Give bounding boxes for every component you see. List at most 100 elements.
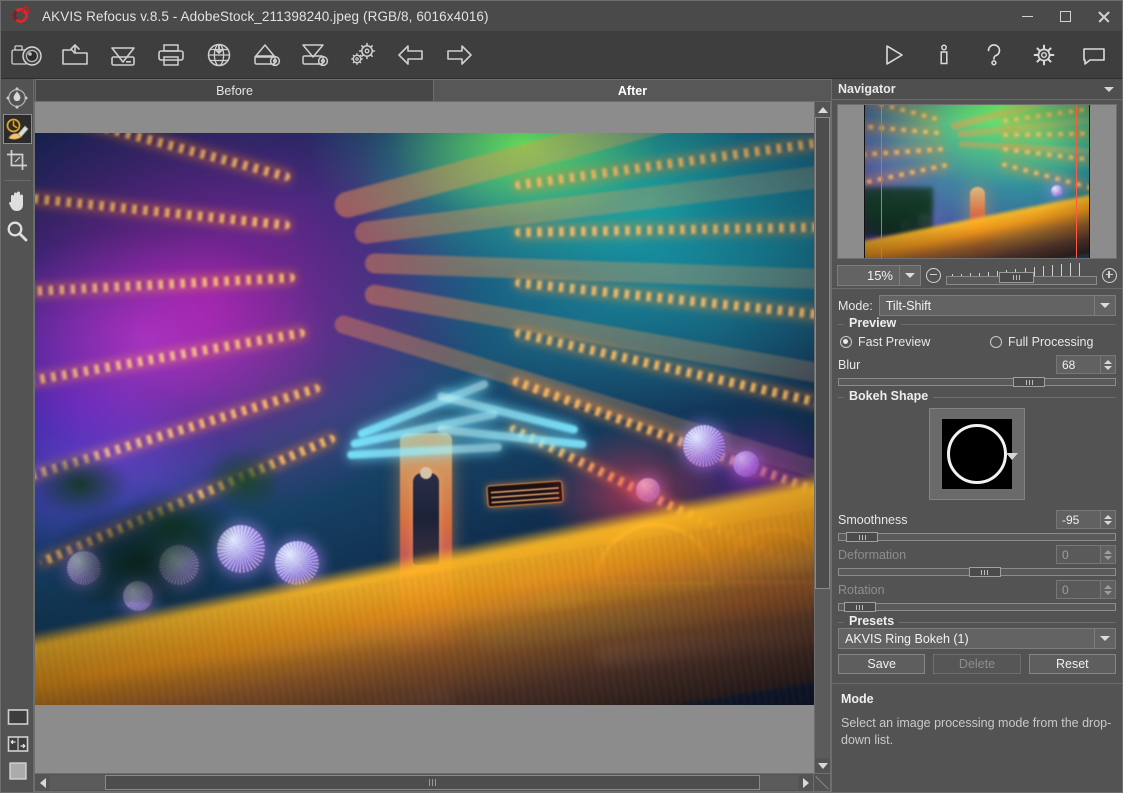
zoom-slider[interactable] [946,263,1097,287]
minus-circle-icon[interactable] [926,267,941,283]
rotation-row: Rotation 0 [838,578,1116,599]
tool-background-color[interactable] [5,759,31,783]
preview-group: Preview Fast Preview Full Processing Blu… [838,316,1116,388]
canvas-vertical-scrollbar[interactable] [814,101,831,774]
blur-stepper-buttons[interactable] [1101,355,1116,374]
tool-zoom[interactable] [3,216,32,246]
plus-circle-icon[interactable] [1102,267,1117,283]
gear-icon[interactable] [1024,35,1064,75]
akvis-refocus-window: AKVIS Refocus v.8.5 - AdobeStock_2113982… [0,0,1123,793]
navigator-thumbnail[interactable] [837,104,1117,259]
blur-stepper[interactable]: 68 [1056,355,1116,374]
deformation-stepper-buttons [1101,545,1116,564]
canvas-horizontal-scrollbar[interactable] [34,774,814,792]
stepper-up-icon[interactable] [1104,359,1112,364]
gears-icon[interactable] [343,35,383,75]
save-image-icon[interactable] [103,35,143,75]
stepper-up-icon [1104,549,1112,554]
scroll-up-icon[interactable] [815,102,830,117]
navigator-title: Navigator [838,82,896,96]
smoothness-stepper[interactable]: -95 [1056,510,1116,529]
view-tabs: Before After [34,79,832,101]
maximize-icon[interactable] [1046,1,1084,32]
preset-select[interactable]: AKVIS Ring Bokeh (1) [838,628,1116,649]
radio-fast-preview-label: Fast Preview [858,335,931,349]
comment-icon[interactable] [1074,35,1114,75]
ring-bokeh-shape-icon [942,419,1012,489]
tab-after[interactable]: After [433,79,832,101]
chevron-down-icon[interactable] [1094,296,1115,315]
smoothness-label: Smoothness [838,512,908,527]
stepper-down-icon[interactable] [1104,365,1112,370]
scroll-down-icon[interactable] [815,758,830,773]
smoothness-stepper-buttons[interactable] [1101,510,1116,529]
smoothness-slider-track[interactable] [838,533,1116,541]
smoothness-slider-thumb[interactable] [846,532,879,542]
mode-label: Mode: [838,298,873,313]
chevron-down-icon[interactable] [899,265,920,285]
scroll-right-icon[interactable] [798,775,813,790]
hscroll-thumb[interactable] [105,775,760,790]
image-preview-after [35,133,814,705]
load-preset-icon[interactable] [247,35,287,75]
info-icon[interactable] [924,35,964,75]
save-preset-icon[interactable] [295,35,335,75]
mode-select[interactable]: Tilt-Shift [878,295,1116,316]
chevron-down-icon[interactable] [1104,87,1114,92]
image-canvas[interactable] [34,101,814,774]
close-icon[interactable] [1084,1,1122,32]
bokeh-shape-picker[interactable] [838,402,1116,508]
tool-split-view[interactable] [5,732,31,756]
preset-buttons: Save Delete Reset [838,649,1116,674]
scroll-left-icon[interactable] [35,775,50,790]
resize-grip[interactable] [814,774,831,792]
stepper-down-icon [1104,555,1112,560]
rotation-value: 0 [1056,580,1101,599]
tool-history-brush[interactable] [2,114,32,144]
hscroll-track[interactable] [50,775,798,790]
navigator-image [864,105,1090,258]
arrow-right-icon[interactable] [439,35,479,75]
stepper-up-icon[interactable] [1104,514,1112,519]
bokeh-group-title: Bokeh Shape [844,389,934,403]
stepper-up-icon [1104,584,1112,589]
smoothness-value[interactable]: -95 [1056,510,1101,529]
tool-focus-point[interactable] [3,83,32,113]
arrow-left-icon[interactable] [391,35,431,75]
tool-strip [1,79,34,792]
chevron-down-icon[interactable] [1006,453,1018,460]
canvas-hscroll-row [34,774,831,792]
help-icon[interactable] [974,35,1014,75]
radio-full-processing[interactable]: Full Processing [990,335,1093,349]
bokeh-shape-frame[interactable] [929,408,1025,500]
tool-fit-to-window[interactable] [5,705,31,729]
camera-icon[interactable] [7,35,47,75]
vscroll-track[interactable] [815,117,830,758]
vscroll-thumb[interactable] [815,117,830,589]
radio-fast-preview[interactable]: Fast Preview [840,335,990,349]
main-toolbar [1,32,1122,79]
blur-slider[interactable] [838,376,1116,388]
zoom-slider-thumb[interactable] [999,272,1034,283]
save-preset-button[interactable]: Save [838,654,926,674]
zoom-level-combo[interactable]: 15% [837,264,921,286]
blur-label: Blur [838,357,861,372]
smoothness-slider[interactable] [838,531,1116,543]
tab-before[interactable]: Before [35,79,434,101]
publish-web-icon[interactable] [199,35,239,75]
print-icon[interactable] [151,35,191,75]
blur-slider-track[interactable] [838,378,1116,386]
tool-crop[interactable] [3,145,32,175]
open-image-icon[interactable] [55,35,95,75]
play-icon[interactable] [874,35,914,75]
tool-hand[interactable] [3,185,32,215]
navigator-header[interactable]: Navigator [832,79,1122,100]
minimize-icon[interactable] [1008,1,1046,32]
stepper-down-icon[interactable] [1104,520,1112,525]
blur-value[interactable]: 68 [1056,355,1101,374]
blur-slider-thumb[interactable] [1013,377,1046,387]
reset-preset-button[interactable]: Reset [1028,654,1116,674]
preview-group-title: Preview [844,316,902,330]
zoom-slider-track[interactable] [946,272,1097,285]
chevron-down-icon[interactable] [1094,629,1115,648]
